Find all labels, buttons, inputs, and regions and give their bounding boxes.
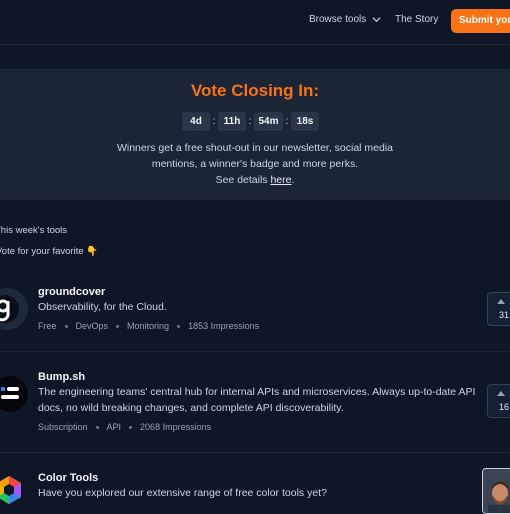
upvote-button[interactable]: 16 xyxy=(487,384,510,418)
row-divider xyxy=(0,452,510,453)
timer-minutes: 54m xyxy=(254,112,283,131)
groundcover-logo xyxy=(0,288,28,330)
details-prefix: See details xyxy=(215,174,271,186)
timer-hours: 11h xyxy=(218,112,246,131)
banner-description: Winners get a free shout-out in our news… xyxy=(0,140,510,188)
vote-count: 31 xyxy=(499,310,510,320)
browse-tools-label: Browse tools xyxy=(309,14,367,25)
upvote-arrow-icon xyxy=(497,391,505,396)
bump-sh-logo xyxy=(0,376,28,412)
timer-separator: : xyxy=(212,116,216,127)
vote-closing-title: Vote Closing In: xyxy=(190,81,320,100)
tool-description: Have you explored our extensive range of… xyxy=(38,487,327,499)
top-navigation: Browse tools The Story Submit your tool xyxy=(0,0,510,45)
browse-tools-menu[interactable]: Browse tools xyxy=(309,14,381,25)
tag-pricing[interactable]: Subscription xyxy=(38,422,88,432)
banner-line-1: Winners get a free shout-out in our news… xyxy=(116,142,394,154)
vote-banner: Vote Closing In: 4d : 11h : 54m : 18s Wi… xyxy=(0,69,510,200)
tool-tags: Subscription API 2068 Impressions xyxy=(38,422,211,432)
timer-separator: : xyxy=(248,116,252,127)
row-divider xyxy=(0,351,510,352)
section-subtitle: Vote for your favorite 👇 xyxy=(0,246,99,257)
section-title: This week's tools xyxy=(0,225,68,236)
chevron-down-icon xyxy=(372,17,381,23)
tool-name[interactable]: Bump.sh xyxy=(38,371,85,383)
the-story-link[interactable]: The Story xyxy=(395,14,438,25)
timer-separator: : xyxy=(285,116,289,127)
color-tools-logo xyxy=(0,476,21,504)
tag-category[interactable]: DevOps xyxy=(76,321,109,331)
tool-name[interactable]: groundcover xyxy=(38,286,105,298)
tool-description: The engineering teams' central hub for i… xyxy=(38,386,476,414)
timer-seconds: 18s xyxy=(291,112,319,131)
impressions-count: 2068 Impressions xyxy=(140,422,212,432)
user-avatar[interactable] xyxy=(482,468,510,514)
banner-line-3: See details here. xyxy=(0,172,510,188)
submit-tool-button[interactable]: Submit your tool xyxy=(451,9,510,33)
tag-category[interactable]: Monitoring xyxy=(127,321,169,331)
upvote-arrow-icon xyxy=(497,299,505,304)
tag-pricing[interactable]: Free xyxy=(38,321,57,331)
banner-line-2: mentions, a winner's badge and more perk… xyxy=(151,158,359,170)
avatar-image xyxy=(483,469,510,513)
details-suffix: . xyxy=(291,174,295,186)
details-link[interactable]: here xyxy=(270,174,291,186)
vote-count: 16 xyxy=(499,402,510,412)
tool-name[interactable]: Color Tools xyxy=(38,472,98,484)
tag-category[interactable]: API xyxy=(107,422,122,432)
upvote-button[interactable]: 31 xyxy=(487,292,510,326)
timer-days: 4d xyxy=(182,112,210,131)
tool-description: Observability, for the Cloud. xyxy=(38,301,167,313)
tool-tags: Free DevOps Monitoring 1853 Impressions xyxy=(38,321,259,331)
countdown-timer: 4d : 11h : 54m : 18s xyxy=(182,112,319,131)
impressions-count: 1853 Impressions xyxy=(188,321,260,331)
